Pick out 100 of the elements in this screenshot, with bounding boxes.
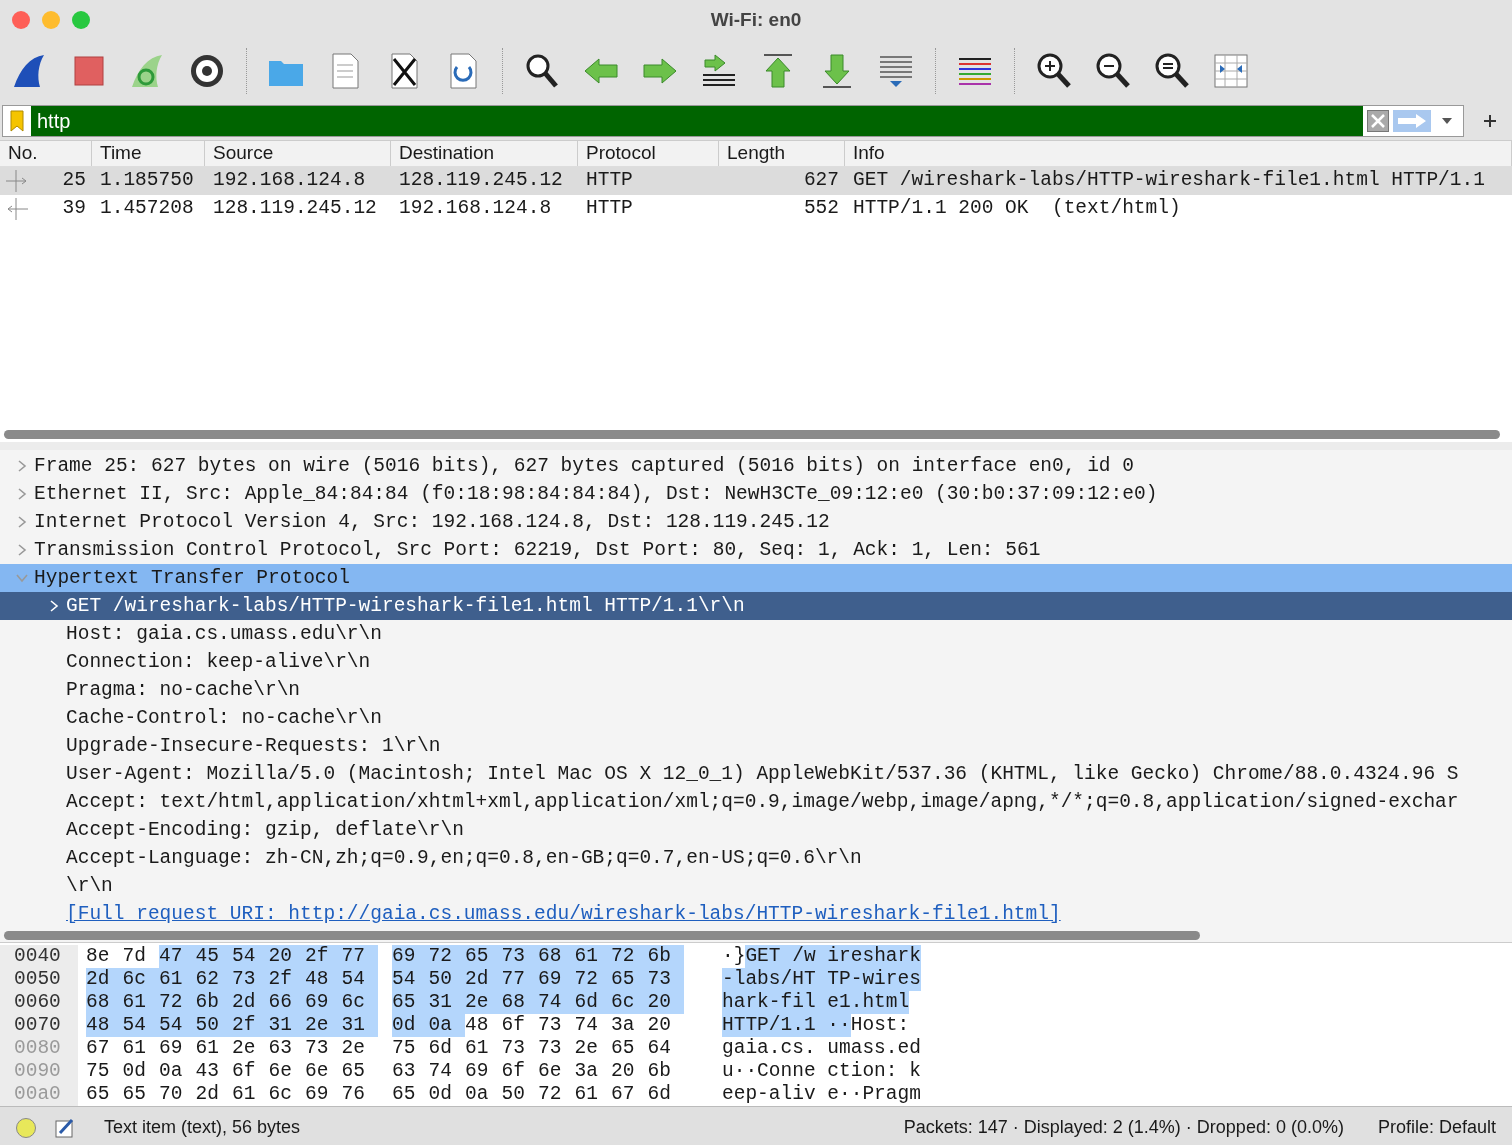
hex-byte[interactable]: 69 bbox=[305, 991, 342, 1014]
hex-byte[interactable]: 63 bbox=[268, 1037, 305, 1060]
ascii-text[interactable]: ·} bbox=[722, 945, 746, 968]
hex-byte[interactable]: 2f bbox=[268, 968, 305, 991]
hex-byte[interactable]: 73 bbox=[538, 1014, 575, 1037]
hex-byte[interactable]: 2d bbox=[195, 1083, 232, 1106]
hex-byte[interactable]: 0d bbox=[122, 1060, 159, 1083]
ascii-text[interactable]: u··Conne ction: k bbox=[722, 1060, 921, 1083]
hex-byte[interactable]: 61 bbox=[574, 1083, 611, 1106]
hex-byte[interactable]: 68 bbox=[86, 991, 123, 1014]
hex-byte[interactable]: 65 bbox=[611, 968, 648, 991]
hex-byte[interactable]: 61 bbox=[122, 1037, 159, 1060]
hex-byte[interactable]: 68 bbox=[538, 945, 575, 968]
hex-byte[interactable]: 50 bbox=[428, 968, 465, 991]
hex-byte[interactable]: 6e bbox=[538, 1060, 575, 1083]
hex-byte[interactable]: 6c bbox=[341, 991, 378, 1014]
hex-byte[interactable]: 2d bbox=[232, 991, 269, 1014]
hex-byte[interactable]: 70 bbox=[159, 1083, 196, 1106]
hex-byte[interactable]: 61 bbox=[574, 945, 611, 968]
detail-row[interactable]: [Full request URI: http://gaia.cs.umass.edu/wireshark-labs/HTTP-wireshark-file1.html] bbox=[0, 900, 1512, 928]
hex-byte[interactable]: 74 bbox=[538, 991, 575, 1014]
hex-byte[interactable]: 69 bbox=[465, 1060, 502, 1083]
hex-byte[interactable]: 67 bbox=[611, 1083, 648, 1106]
hex-byte[interactable]: 73 bbox=[538, 1037, 575, 1060]
hex-byte[interactable]: 73 bbox=[305, 1037, 342, 1060]
hex-byte[interactable]: 6c bbox=[122, 968, 159, 991]
hex-byte[interactable]: 6f bbox=[501, 1060, 538, 1083]
detail-row[interactable]: Host: gaia.cs.umass.edu\r\n bbox=[0, 620, 1512, 648]
hex-byte[interactable]: 20 bbox=[611, 1060, 648, 1083]
hex-byte[interactable]: 72 bbox=[574, 968, 611, 991]
hex-byte[interactable]: 2e bbox=[232, 1037, 269, 1060]
hex-byte[interactable]: 72 bbox=[538, 1083, 575, 1106]
hex-byte[interactable]: 6b bbox=[647, 1060, 684, 1083]
hex-byte[interactable]: 65 bbox=[392, 1083, 429, 1106]
hex-byte[interactable]: 0a bbox=[159, 1060, 196, 1083]
hex-byte[interactable]: 31 bbox=[341, 1014, 378, 1037]
uri-link[interactable]: [Full request URI: http://gaia.cs.umass.edu/wireshark-labs/HTTP-wireshark-file1.html] bbox=[66, 902, 1061, 926]
detail-row[interactable]: Accept-Language: zh-CN,zh;q=0.9,en;q=0.8,en-GB;q=0.7,en-US;q=0.6\r\n bbox=[0, 844, 1512, 872]
hex-byte[interactable]: 20 bbox=[268, 945, 305, 968]
hex-byte[interactable]: 20 bbox=[647, 991, 684, 1014]
column-header[interactable]: Info bbox=[845, 141, 1512, 166]
hex-byte[interactable]: 75 bbox=[86, 1060, 123, 1083]
detail-row[interactable]: Upgrade-Insecure-Requests: 1\r\n bbox=[0, 732, 1512, 760]
detail-row[interactable]: Internet Protocol Version 4, Src: 192.168.124.8, Dst: 128.119.245.12 bbox=[0, 508, 1512, 536]
scrollbar[interactable] bbox=[4, 930, 1200, 940]
hex-byte[interactable]: 61 bbox=[465, 1037, 502, 1060]
detail-row[interactable]: Ethernet II, Src: Apple_84:84:84 (f0:18:98:84:84:84), Dst: NewH3CTe_09:12:e0 (30:b0:37:09:12:e0) bbox=[0, 480, 1512, 508]
hex-byte[interactable]: 2e bbox=[341, 1037, 378, 1060]
ascii-text[interactable]: Host: bbox=[850, 1014, 910, 1037]
hex-byte[interactable]: 2d bbox=[86, 968, 123, 991]
hex-byte[interactable]: 0a bbox=[428, 1014, 465, 1037]
hex-byte[interactable]: 6b bbox=[195, 991, 232, 1014]
packet-row[interactable]: 25 1.185750 192.168.124.8 128.119.245.12 HTTP 627 GET /wireshark-labs/HTTP-wireshark-file1.html HTTP/1.1 bbox=[0, 167, 1512, 195]
hex-byte[interactable]: 69 bbox=[392, 945, 429, 968]
hex-byte[interactable]: 31 bbox=[428, 991, 465, 1014]
hex-byte[interactable]: 61 bbox=[159, 968, 196, 991]
hex-byte[interactable]: 69 bbox=[538, 968, 575, 991]
hex-byte[interactable]: 6e bbox=[305, 1060, 342, 1083]
hex-byte[interactable]: 76 bbox=[341, 1083, 378, 1106]
hex-byte[interactable]: 47 bbox=[159, 945, 196, 968]
edit-note-icon[interactable] bbox=[54, 1116, 76, 1139]
hex-byte[interactable]: 73 bbox=[232, 968, 269, 991]
hex-byte[interactable]: 77 bbox=[501, 968, 538, 991]
ascii-text[interactable]: HTTP/1.1 ·· bbox=[722, 1014, 851, 1037]
detail-row[interactable]: Transmission Control Protocol, Src Port: 62219, Dst Port: 80, Seq: 1, Ack: 1, Len: 561 bbox=[0, 536, 1512, 564]
hex-byte[interactable]: 64 bbox=[647, 1037, 684, 1060]
detail-row[interactable]: Accept: text/html,application/xhtml+xml,application/xml;q=0.9,image/webp,image/apng,*/*;q=0.8,application/signed-exchar bbox=[0, 788, 1512, 816]
hex-byte[interactable]: 7d bbox=[122, 945, 159, 968]
profile-label[interactable]: Profile: Default bbox=[1377, 1114, 1496, 1141]
hex-byte[interactable]: 2e bbox=[305, 1014, 342, 1037]
hex-byte[interactable]: 65 bbox=[611, 1037, 648, 1060]
hex-byte[interactable]: 75 bbox=[392, 1037, 429, 1060]
hex-byte[interactable]: 0d bbox=[392, 1014, 429, 1037]
hex-byte[interactable]: 65 bbox=[86, 1083, 123, 1106]
detail-row[interactable]: Cache-Control: no-cache\r\n bbox=[0, 704, 1512, 732]
detail-row[interactable]: Frame 25: 627 bytes on wire (5016 bits), 627 bytes captured (5016 bits) on interface en0, id 0 bbox=[0, 452, 1512, 480]
expert-info-indicator[interactable] bbox=[16, 1117, 36, 1138]
hex-byte[interactable]: 2f bbox=[232, 1014, 269, 1037]
ascii-text[interactable]: GET /w ireshark bbox=[745, 945, 921, 968]
hex-byte[interactable]: 50 bbox=[195, 1014, 232, 1037]
close-window-button[interactable] bbox=[12, 11, 30, 29]
hex-byte[interactable]: 54 bbox=[122, 1014, 159, 1037]
ascii-text[interactable]: -labs/HT TP-wires bbox=[722, 968, 921, 991]
hex-byte[interactable]: 74 bbox=[574, 1014, 611, 1037]
hex-byte[interactable]: 72 bbox=[611, 945, 648, 968]
column-header[interactable]: No. bbox=[0, 141, 92, 166]
hex-byte[interactable]: 67 bbox=[86, 1037, 123, 1060]
hex-byte[interactable]: 73 bbox=[501, 945, 538, 968]
detail-row[interactable]: \r\n bbox=[0, 872, 1512, 900]
hex-byte[interactable]: 48 bbox=[465, 1014, 502, 1037]
hex-byte[interactable]: 74 bbox=[428, 1060, 465, 1083]
hex-byte[interactable]: 61 bbox=[232, 1083, 269, 1106]
column-header[interactable]: Length bbox=[719, 141, 845, 166]
hex-byte[interactable]: 65 bbox=[341, 1060, 378, 1083]
hex-byte[interactable]: 72 bbox=[159, 991, 196, 1014]
hex-byte[interactable]: 6e bbox=[268, 1060, 305, 1083]
hex-byte[interactable]: 66 bbox=[268, 991, 305, 1014]
hex-byte[interactable]: 63 bbox=[392, 1060, 429, 1083]
hex-byte[interactable]: 6b bbox=[647, 945, 684, 968]
hex-byte[interactable]: 6f bbox=[501, 1014, 538, 1037]
